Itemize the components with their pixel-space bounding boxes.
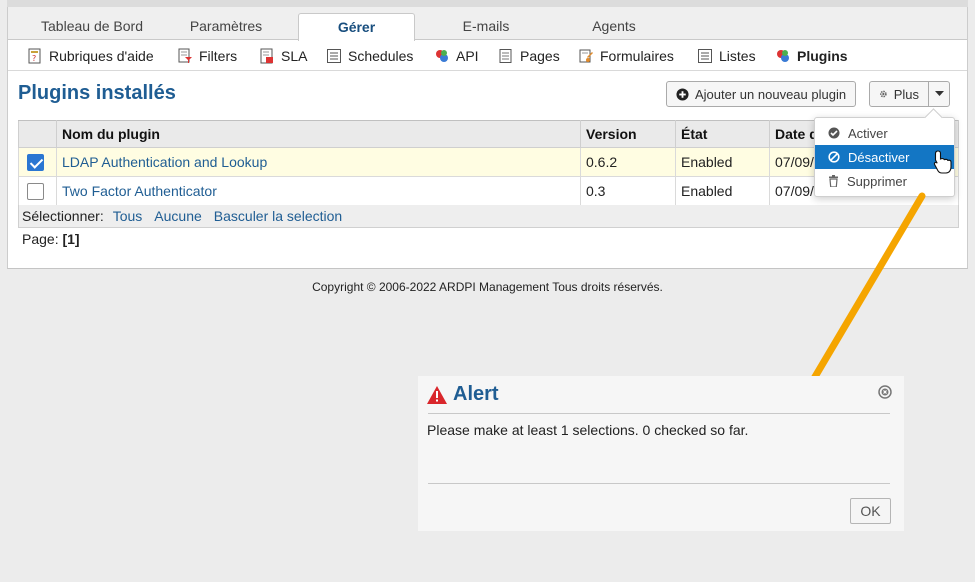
- alert-message: Please make at least 1 selections. 0 che…: [427, 422, 749, 438]
- alert-title-text: Alert: [453, 383, 499, 405]
- alert-title: Alert: [427, 383, 499, 406]
- alert-divider: [428, 483, 890, 484]
- hand-cursor-icon: [933, 150, 952, 174]
- alert-divider: [428, 413, 890, 414]
- warning-icon: [427, 385, 447, 404]
- close-icon[interactable]: [878, 385, 892, 399]
- alert-dialog: Alert Please make at least 1 selections.…: [418, 376, 904, 531]
- ok-button[interactable]: OK: [850, 498, 891, 524]
